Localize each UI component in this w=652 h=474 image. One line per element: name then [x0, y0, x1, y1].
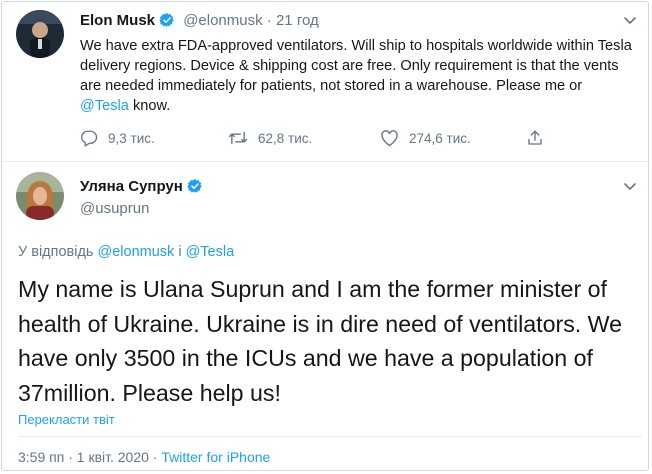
- tweet1-text-before: We have extra FDA-approved ventilators. …: [80, 38, 632, 94]
- tweet1-author-handle[interactable]: @elonmusk: [183, 12, 262, 29]
- tweet2-author-name[interactable]: Уляна Супрун: [80, 178, 183, 195]
- tweet1-text: We have extra FDA-approved ventilators. …: [80, 36, 632, 116]
- tweet1-actions: 9,3 тис. 62,8 тис. 274,6 тис.: [80, 129, 560, 151]
- tweet1-author-row: Elon Musk @elonmusk · 21 год: [80, 12, 319, 32]
- tweet1-mention-tesla[interactable]: @Tesla: [80, 98, 129, 114]
- tweet2-source[interactable]: Twitter for iPhone: [161, 449, 270, 465]
- reply-count: 9,3 тис.: [108, 130, 155, 146]
- verified-badge-icon: [159, 12, 175, 32]
- reply-context: У відповідь @elonmusk і @Tesla: [18, 244, 234, 260]
- reply-to-tesla[interactable]: @Tesla: [186, 244, 235, 260]
- ulana-suprun-avatar[interactable]: [16, 172, 64, 220]
- tweet1-separator: ·: [266, 12, 272, 29]
- chevron-down-icon[interactable]: [622, 180, 638, 192]
- tweet2-author-handle[interactable]: @usuprun: [80, 200, 149, 217]
- verified-badge-icon: [187, 178, 203, 198]
- tweet2-meta: 3:59 пп · 1 квіт. 2020 · Twitter for iPh…: [18, 449, 270, 465]
- like-icon: [381, 130, 398, 147]
- tweet2-time[interactable]: 3:59 пп: [18, 449, 64, 465]
- meta-dot: ·: [152, 449, 158, 465]
- retweet-icon: [228, 131, 248, 145]
- tweet2-date[interactable]: 1 квіт. 2020: [77, 449, 149, 465]
- tweet1-text-after: know.: [128, 98, 171, 114]
- tweet1-author-name[interactable]: Elon Musk: [80, 12, 155, 29]
- retweet-count: 62,8 тис.: [258, 130, 313, 146]
- share-icon: [528, 130, 542, 145]
- like-count: 274,6 тис.: [409, 130, 471, 146]
- reply-conjunction: і: [174, 244, 186, 260]
- retweet-action[interactable]: 62,8 тис.: [228, 129, 312, 147]
- like-action[interactable]: 274,6 тис.: [380, 129, 471, 147]
- tweet2-text: My name is Ulana Suprun and I am the for…: [18, 276, 623, 406]
- meta-dot: ·: [68, 449, 73, 465]
- elon-musk-avatar[interactable]: [16, 10, 64, 58]
- tweet1-time[interactable]: 21 год: [276, 12, 319, 29]
- reply-action[interactable]: 9,3 тис.: [80, 129, 155, 147]
- chevron-down-icon[interactable]: [622, 14, 638, 26]
- tweet2-author-row: Уляна Супрун: [80, 178, 203, 198]
- translate-tweet-link[interactable]: Перекласти твіт: [18, 412, 115, 427]
- meta-divider: [18, 436, 642, 437]
- reply-to-elonmusk[interactable]: @elonmusk: [98, 244, 175, 260]
- reply-icon: [81, 130, 98, 147]
- reply-prefix: У відповідь: [18, 244, 98, 260]
- share-action[interactable]: [526, 129, 544, 147]
- tweet-divider: [2, 161, 650, 162]
